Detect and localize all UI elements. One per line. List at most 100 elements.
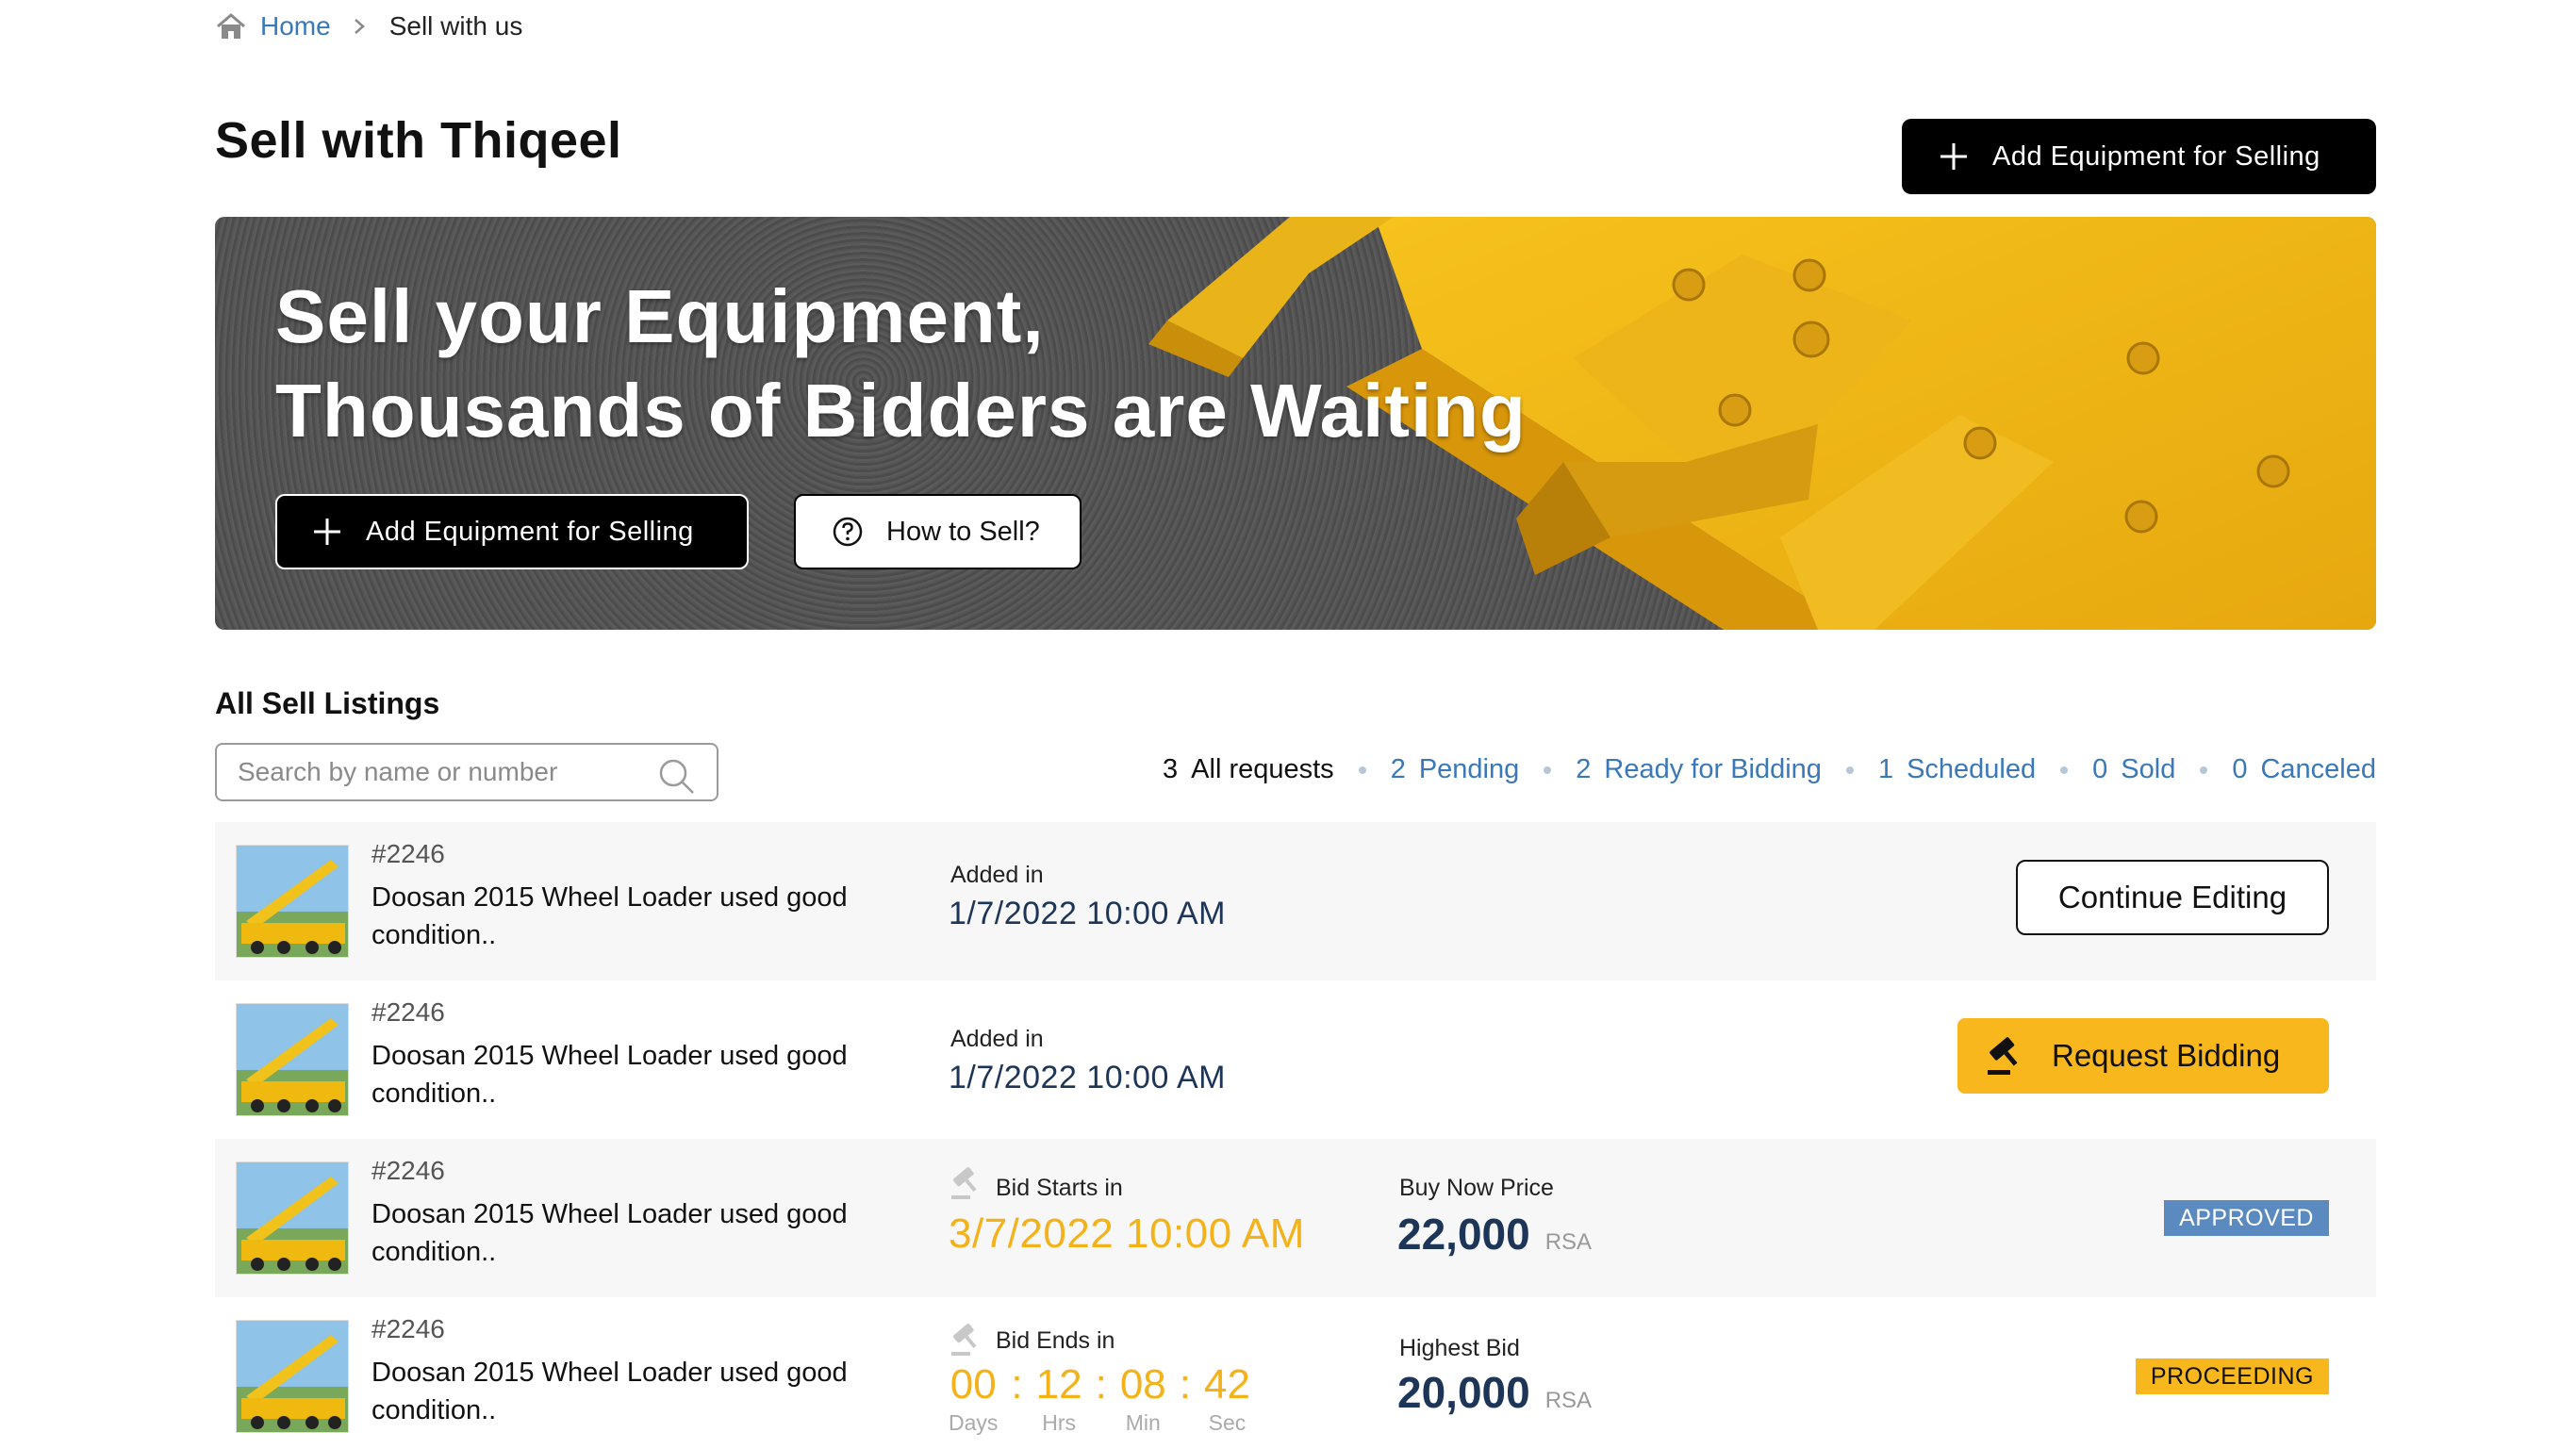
countdown-hours-label: Hrs [1042, 1410, 1076, 1435]
price-label: Highest Bid [1399, 1335, 1520, 1361]
plus-icon [1940, 143, 1967, 170]
listing-name: Doosan 2015 Wheel Loader used good condi… [372, 882, 848, 950]
breadcrumb-home-link[interactable]: Home [260, 11, 331, 41]
question-circle-icon [833, 517, 863, 547]
hero-title-line1: Sell your Equipment, [275, 274, 1045, 358]
price-amount: 20,000 [1397, 1368, 1530, 1417]
search-input[interactable] [238, 757, 634, 787]
price-amount: 22,000 [1397, 1210, 1530, 1259]
gavel-icon [951, 1167, 977, 1199]
request-bidding-button[interactable]: Request Bidding [1957, 1018, 2329, 1094]
filter-count: 0 [2092, 754, 2108, 784]
countdown-days-value: 00 [949, 1361, 997, 1408]
hero-banner: Sell your Equipment, Thousands of Bidder… [215, 217, 2376, 630]
currency-label: RSA [1544, 1229, 1593, 1255]
hero-title-line2: Thousands of Bidders are Waiting [275, 369, 1527, 453]
filter-separator [1544, 766, 1552, 774]
hero-add-equipment-label: Add Equipment for Selling [366, 516, 694, 547]
status-badge: PROCEEDING [2135, 1358, 2329, 1394]
countdown-separator: : [1095, 1361, 1107, 1408]
countdown-separator: : [1179, 1361, 1192, 1408]
listing-id: #2246 [372, 839, 445, 868]
listings-title: All Sell Listings [215, 686, 440, 720]
home-icon[interactable] [215, 12, 247, 41]
filter-label: All requests [1191, 754, 1334, 784]
filter-label: Scheduled [1907, 754, 2037, 784]
hero-title: Sell your Equipment, Thousands of Bidder… [275, 270, 1527, 458]
listing-id: #2246 [372, 997, 445, 1027]
how-to-sell-label: How to Sell? [886, 516, 1040, 547]
status-filters: 3 All requests 2 Pending 2 Ready for Bid… [1163, 754, 2376, 785]
listing-thumbnail [236, 845, 349, 958]
filter-count: 1 [1877, 754, 1894, 784]
filter-separator [2200, 766, 2208, 774]
listing-thumbnail [236, 1161, 349, 1275]
listing-date: 3/7/2022 10:00 AM [949, 1210, 1305, 1257]
countdown-minutes-label: Min [1125, 1410, 1161, 1435]
page-title: Sell with Thiqeel [215, 112, 622, 169]
filter-count: 2 [1390, 754, 1406, 784]
listing-name: Doosan 2015 Wheel Loader used good condi… [372, 1041, 848, 1109]
filter-all-requests[interactable]: 3 All requests [1163, 754, 1334, 785]
currency-label: RSA [1544, 1388, 1593, 1413]
price-label: Buy Now Price [1399, 1175, 1554, 1201]
countdown-days-label: Days [949, 1410, 999, 1435]
add-equipment-label: Add Equipment for Selling [1992, 140, 2320, 172]
countdown-hours-value: 12 [1035, 1361, 1082, 1408]
filter-label: Ready for Bidding [1604, 754, 1822, 784]
countdown-hours: 12 Hrs [1036, 1361, 1082, 1436]
hero-add-equipment-button[interactable]: Add Equipment for Selling [275, 494, 749, 569]
listing-name: Doosan 2015 Wheel Loader used good condi… [372, 1199, 848, 1267]
filter-pending[interactable]: 2 Pending [1391, 754, 1520, 785]
filter-count: 3 [1163, 754, 1179, 784]
search-box [215, 743, 718, 801]
request-bidding-label: Request Bidding [2052, 1038, 2281, 1073]
filter-label: Pending [1418, 754, 1520, 784]
chevron-right-icon [354, 19, 365, 34]
filter-separator [2060, 766, 2069, 774]
filter-count: 0 [2232, 754, 2248, 784]
filter-label: Sold [2121, 754, 2176, 784]
countdown-seconds-label: Sec [1208, 1410, 1247, 1435]
filter-canceled[interactable]: 0 Canceled [2232, 754, 2376, 785]
listing-thumbnail [236, 1320, 349, 1433]
filter-separator [1358, 766, 1366, 774]
add-equipment-button[interactable]: Add Equipment for Selling [1902, 119, 2376, 194]
countdown-separator: : [1011, 1361, 1023, 1408]
continue-editing-button[interactable]: Continue Editing [2016, 860, 2329, 935]
price-value: 20,000 RSA [1397, 1367, 1592, 1418]
gavel-icon [1988, 1037, 2018, 1075]
breadcrumb: Home Sell with us [215, 9, 522, 43]
listing-row[interactable]: #2246 Doosan 2015 Wheel Loader used good… [215, 980, 2376, 1139]
countdown-days: 00 Days [949, 1361, 998, 1436]
filter-count: 2 [1576, 754, 1592, 784]
how-to-sell-button[interactable]: How to Sell? [794, 494, 1082, 569]
listing-row[interactable]: #2246 Doosan 2015 Wheel Loader used good… [215, 822, 2376, 980]
listing-row[interactable]: #2246 Doosan 2015 Wheel Loader used good… [215, 1297, 2376, 1449]
bid-countdown: 00 Days : 12 Hrs : 08 Min : 42 Sec [949, 1361, 1250, 1436]
listing-id: #2246 [372, 1156, 445, 1185]
date-label: Bid Ends in [996, 1327, 1115, 1354]
countdown-minutes-value: 08 [1119, 1361, 1166, 1408]
price-value: 22,000 RSA [1397, 1209, 1592, 1260]
filter-ready-for-bidding[interactable]: 2 Ready for Bidding [1576, 754, 1822, 785]
filter-sold[interactable]: 0 Sold [2092, 754, 2175, 785]
listing-id: #2246 [372, 1314, 445, 1343]
listing-date: 1/7/2022 10:00 AM [949, 896, 1226, 931]
filter-scheduled[interactable]: 1 Scheduled [1878, 754, 2036, 785]
listing-row[interactable]: #2246 Doosan 2015 Wheel Loader used good… [215, 1139, 2376, 1297]
date-label: Bid Starts in [996, 1175, 1123, 1201]
date-label: Added in [950, 862, 1044, 888]
listing-name: Doosan 2015 Wheel Loader used good condi… [372, 1358, 848, 1425]
listing-thumbnail [236, 1003, 349, 1116]
filter-label: Canceled [2260, 754, 2376, 784]
plus-icon [314, 519, 340, 545]
breadcrumb-current: Sell with us [388, 11, 523, 41]
countdown-minutes: 08 Min [1120, 1361, 1166, 1436]
countdown-seconds-value: 42 [1204, 1361, 1250, 1408]
filter-separator [1845, 766, 1854, 774]
countdown-seconds: 42 Sec [1204, 1361, 1250, 1436]
status-badge: APPROVED [2164, 1200, 2329, 1236]
search-icon[interactable] [656, 756, 696, 796]
listing-date: 1/7/2022 10:00 AM [949, 1060, 1226, 1095]
